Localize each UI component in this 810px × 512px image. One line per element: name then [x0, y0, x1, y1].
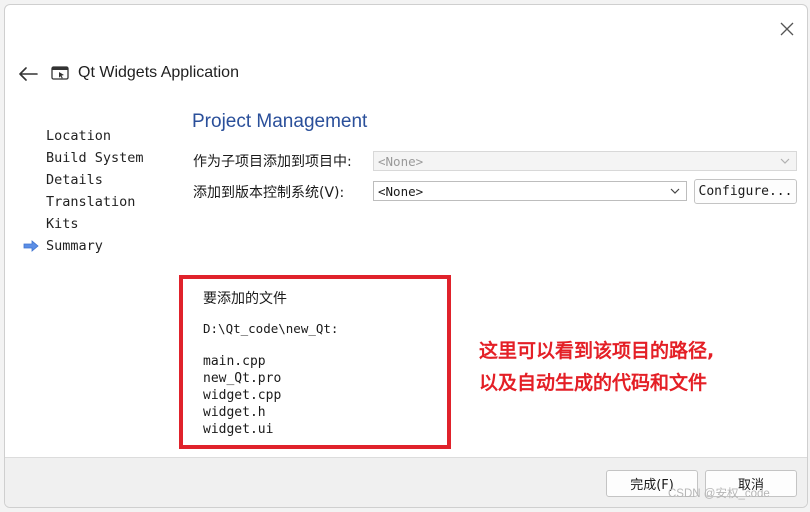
- back-button[interactable]: [13, 59, 43, 89]
- back-arrow-icon: [19, 67, 38, 81]
- annotation-line: 这里可以看到该项目的路径,: [479, 340, 715, 362]
- list-item: new_Qt.pro: [203, 371, 282, 386]
- step-location: Location: [21, 125, 144, 147]
- current-step-arrow-icon: [23, 240, 39, 252]
- chevron-down-icon: [780, 158, 790, 164]
- wizard-steps: Location Build System Details Translatio…: [21, 125, 144, 257]
- files-path: D:\Qt_code\new_Qt:: [203, 321, 339, 336]
- subproject-label: 作为子项目添加到项目中:: [193, 154, 352, 170]
- page-title: Project Management: [192, 111, 368, 132]
- wizard-title: Qt Widgets Application: [78, 64, 239, 81]
- annotation-text: 这里可以看到该项目的路径, 以及自动生成的代码和文件: [479, 335, 714, 399]
- step-translation: Translation: [21, 191, 144, 213]
- step-label: Translation: [46, 194, 136, 210]
- watermark: CSDN @安权_code: [668, 488, 770, 500]
- close-button[interactable]: [773, 15, 801, 43]
- vcs-combo[interactable]: <None>: [373, 181, 687, 201]
- vcs-label: 添加到版本控制系统(V):: [193, 185, 345, 201]
- configure-button[interactable]: Configure...: [694, 179, 797, 204]
- files-to-add-panel: 要添加的文件 D:\Qt_code\new_Qt: main.cpp new_Q…: [179, 275, 451, 449]
- list-item: main.cpp: [203, 354, 266, 369]
- vcs-value: <None>: [378, 184, 424, 199]
- subproject-combo: <None>: [373, 151, 797, 171]
- files-heading: 要添加的文件: [203, 291, 287, 307]
- step-summary: Summary: [21, 235, 144, 257]
- list-item: widget.h: [203, 405, 266, 420]
- wizard-window: Qt Widgets Application Location Build Sy…: [4, 4, 808, 508]
- step-details: Details: [21, 169, 144, 191]
- close-icon: [780, 22, 794, 36]
- list-item: widget.ui: [203, 422, 274, 437]
- app-window-icon: [51, 66, 69, 80]
- subproject-value: <None>: [378, 154, 424, 169]
- file-list: main.cpp new_Qt.pro widget.cpp widget.h …: [203, 353, 281, 438]
- step-kits: Kits: [21, 213, 144, 235]
- chevron-down-icon: [670, 188, 680, 194]
- step-label: Location: [46, 128, 112, 144]
- step-build-system: Build System: [21, 147, 144, 169]
- step-label: Build System: [46, 150, 144, 166]
- wizard-title-row: Qt Widgets Application: [51, 61, 239, 85]
- step-label: Summary: [46, 238, 103, 254]
- step-label: Details: [46, 172, 103, 188]
- list-item: widget.cpp: [203, 388, 282, 403]
- annotation-line: 以及自动生成的代码和文件: [479, 372, 708, 394]
- step-label: Kits: [46, 216, 79, 232]
